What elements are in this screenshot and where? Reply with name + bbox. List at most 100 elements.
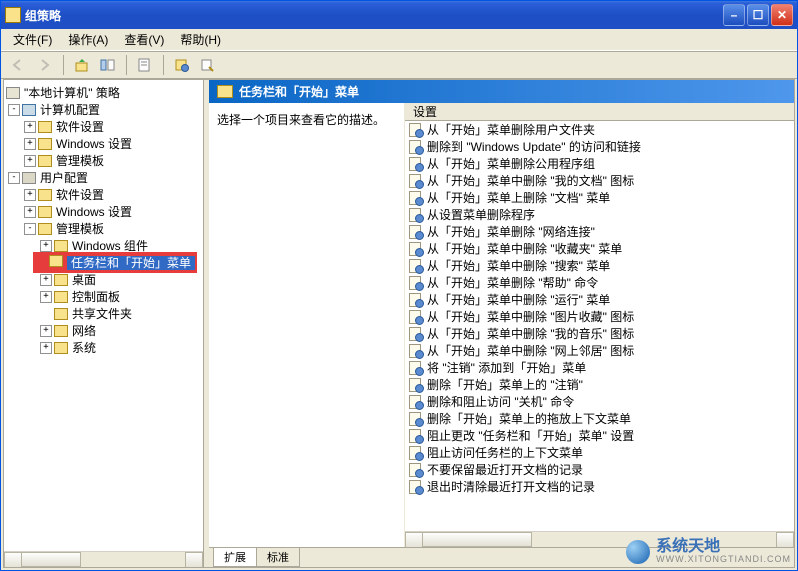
- list-item[interactable]: 退出时清除最近打开文档的记录: [405, 478, 794, 495]
- expand-icon[interactable]: +: [24, 189, 36, 201]
- policy-icon: [409, 463, 423, 477]
- folder-icon: [38, 155, 52, 167]
- list-item[interactable]: 从「开始」菜单中删除 "搜索" 菜单: [405, 257, 794, 274]
- setting-label: 将 "注销" 添加到「开始」菜单: [427, 359, 586, 376]
- expand-icon[interactable]: +: [40, 274, 52, 286]
- folder-icon: [38, 189, 52, 201]
- tree-comp-software[interactable]: + 软件设置: [4, 118, 203, 135]
- tree-label: Windows 设置: [56, 135, 132, 152]
- tree-root[interactable]: "本地计算机" 策略: [4, 84, 203, 101]
- policy-icon: [409, 344, 423, 358]
- list-item[interactable]: 阻止更改 "任务栏和「开始」菜单" 设置: [405, 427, 794, 444]
- list-item[interactable]: 删除和阻止访问 "关机" 命令: [405, 393, 794, 410]
- list-item[interactable]: 从「开始」菜单删除 "帮助" 命令: [405, 274, 794, 291]
- tab-extended[interactable]: 扩展: [213, 548, 257, 567]
- list-item[interactable]: 删除「开始」菜单上的 "注销": [405, 376, 794, 393]
- list-item[interactable]: 从「开始」菜单删除公用程序组: [405, 155, 794, 172]
- collapse-icon[interactable]: -: [8, 104, 20, 116]
- list-item[interactable]: 删除「开始」菜单上的拖放上下文菜单: [405, 410, 794, 427]
- column-header-setting[interactable]: 设置: [405, 103, 794, 121]
- list-item[interactable]: 将 "注销" 添加到「开始」菜单: [405, 359, 794, 376]
- properties-button[interactable]: [133, 54, 157, 76]
- collapse-icon[interactable]: -: [24, 223, 36, 235]
- filter-button[interactable]: [170, 54, 194, 76]
- tree-user-windows[interactable]: +Windows 设置: [4, 203, 203, 220]
- tree-user-admin[interactable]: - 管理模板: [4, 220, 203, 237]
- close-button[interactable]: ✕: [771, 4, 793, 26]
- list-item[interactable]: 从「开始」菜单上删除 "文档" 菜单: [405, 189, 794, 206]
- tree-label: 用户配置: [40, 169, 88, 186]
- expand-icon[interactable]: +: [24, 155, 36, 167]
- expand-icon[interactable]: +: [40, 291, 52, 303]
- tree-computer-config[interactable]: - 计算机配置: [4, 101, 203, 118]
- list-item[interactable]: 删除到 "Windows Update" 的访问和链接: [405, 138, 794, 155]
- minimize-button[interactable]: –: [723, 4, 745, 26]
- expand-icon[interactable]: +: [40, 240, 52, 252]
- list-item[interactable]: 从「开始」菜单删除 "网络连接": [405, 223, 794, 240]
- tree-admin-shared[interactable]: ·共享文件夹: [4, 305, 203, 322]
- policy-icon: [409, 446, 423, 460]
- tree-label: 软件设置: [56, 118, 104, 135]
- list-hscrollbar[interactable]: [405, 531, 794, 547]
- policy-icon: [409, 225, 423, 239]
- menu-file[interactable]: 文件(F): [5, 29, 60, 50]
- list-item[interactable]: 阻止访问任务栏的上下文菜单: [405, 444, 794, 461]
- tab-standard[interactable]: 标准: [256, 548, 300, 567]
- policy-icon: [409, 310, 423, 324]
- tree-label: 共享文件夹: [72, 305, 132, 322]
- policy-icon: [409, 140, 423, 154]
- collapse-icon[interactable]: -: [8, 172, 20, 184]
- menu-action[interactable]: 操作(A): [60, 29, 116, 50]
- show-hide-tree-button[interactable]: [96, 54, 120, 76]
- settings-list[interactable]: 从「开始」菜单删除用户文件夹删除到 "Windows Update" 的访问和链…: [405, 121, 794, 531]
- policy-icon: [409, 123, 423, 137]
- list-item[interactable]: 从「开始」菜单中删除 "收藏夹" 菜单: [405, 240, 794, 257]
- template-button[interactable]: [196, 54, 220, 76]
- expand-icon[interactable]: +: [40, 342, 52, 354]
- tree-label: 计算机配置: [40, 101, 100, 118]
- content-area: "本地计算机" 策略 -计算机配置 +软件设置 +Windows 设置 +管理模…: [3, 79, 795, 568]
- details-pane: 任务栏和「开始」菜单 选择一个项目来查看它的描述。 设置 从「开始」菜单删除用户…: [209, 80, 794, 567]
- menu-help[interactable]: 帮助(H): [172, 29, 229, 50]
- setting-label: 从「开始」菜单上删除 "文档" 菜单: [427, 189, 610, 206]
- up-button[interactable]: [70, 54, 94, 76]
- window-title: 组策略: [25, 7, 723, 24]
- leaf-icon: ·: [35, 259, 47, 271]
- expand-icon[interactable]: +: [24, 138, 36, 150]
- list-item[interactable]: 从「开始」菜单中删除 "图片收藏" 图标: [405, 308, 794, 325]
- menu-view[interactable]: 查看(V): [116, 29, 172, 50]
- policy-root-icon: [6, 87, 20, 99]
- list-item[interactable]: 从「开始」菜单删除用户文件夹: [405, 121, 794, 138]
- tree-user-software[interactable]: +软件设置: [4, 186, 203, 203]
- tree-comp-windows[interactable]: + Windows 设置: [4, 135, 203, 152]
- setting-label: 从「开始」菜单中删除 "搜索" 菜单: [427, 257, 610, 274]
- tree-admin-desktop[interactable]: +桌面: [4, 271, 203, 288]
- tree-hscrollbar[interactable]: [4, 551, 203, 567]
- expand-icon[interactable]: +: [40, 325, 52, 337]
- tree-admin-taskbar[interactable]: ·任务栏和「开始」菜单: [4, 254, 203, 271]
- expand-icon[interactable]: +: [24, 121, 36, 133]
- tree-admin-control[interactable]: +控制面板: [4, 288, 203, 305]
- folder-icon: [38, 138, 52, 150]
- maximize-button[interactable]: ☐: [747, 4, 769, 26]
- tree-admin-network[interactable]: +网络: [4, 322, 203, 339]
- titlebar[interactable]: 组策略 – ☐ ✕: [1, 1, 797, 29]
- folder-icon: [54, 240, 68, 252]
- list-item[interactable]: 从「开始」菜单中删除 "我的音乐" 图标: [405, 325, 794, 342]
- tree-comp-admin[interactable]: +管理模板: [4, 152, 203, 169]
- list-item[interactable]: 不要保留最近打开文档的记录: [405, 461, 794, 478]
- tree-user-config[interactable]: - 用户配置: [4, 169, 203, 186]
- list-item[interactable]: 从设置菜单删除程序: [405, 206, 794, 223]
- tree-label: 管理模板: [56, 220, 104, 237]
- policy-tree[interactable]: "本地计算机" 策略 -计算机配置 +软件设置 +Windows 设置 +管理模…: [4, 80, 203, 551]
- list-item[interactable]: 从「开始」菜单中删除 "运行" 菜单: [405, 291, 794, 308]
- forward-button[interactable]: [33, 54, 57, 76]
- list-item[interactable]: 从「开始」菜单中删除 "网上邻居" 图标: [405, 342, 794, 359]
- list-item[interactable]: 从「开始」菜单中删除 "我的文档" 图标: [405, 172, 794, 189]
- setting-label: 从「开始」菜单中删除 "图片收藏" 图标: [427, 308, 634, 325]
- expand-icon[interactable]: +: [24, 206, 36, 218]
- policy-icon: [409, 361, 423, 375]
- tree-admin-system[interactable]: +系统: [4, 339, 203, 356]
- folder-icon: [49, 255, 63, 267]
- back-button[interactable]: [7, 54, 31, 76]
